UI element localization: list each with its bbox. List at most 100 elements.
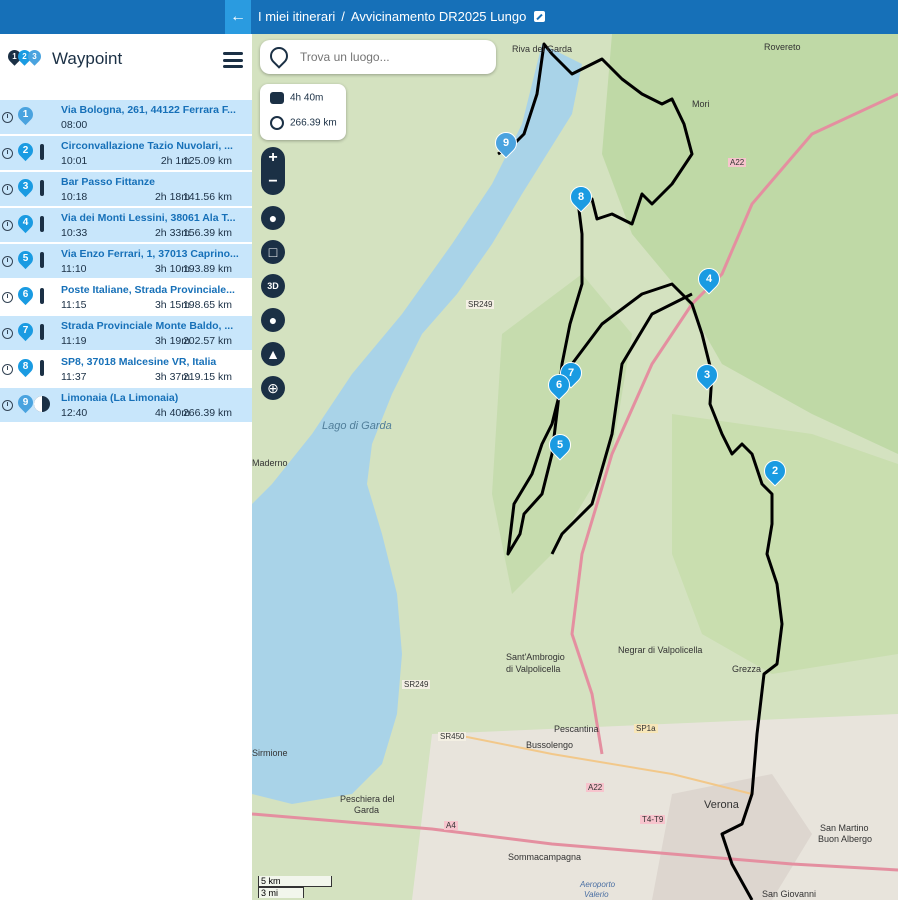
map-label: San Giovanni <box>762 889 817 899</box>
3d-button[interactable]: 3D <box>261 274 285 298</box>
zoom-control: + − <box>261 147 285 195</box>
waypoint-name: Limonaia (La Limonaia) <box>61 392 179 404</box>
start-hand-pin-icon: 1 <box>14 103 37 126</box>
elevation-profile-icon[interactable]: ▲ <box>261 342 285 366</box>
breadcrumb-current: Avvicinamento DR2025 Lungo <box>350 9 527 24</box>
clock-icon[interactable] <box>2 328 13 339</box>
half-circle-icon[interactable] <box>34 396 50 412</box>
road-badge: SP1a <box>634 724 658 733</box>
sidebar-title: Waypoint <box>52 49 123 68</box>
lock-icon[interactable]: □ <box>261 240 285 264</box>
waypoint-pin-icon: 5 <box>14 247 37 270</box>
street-view-icon[interactable]: ● <box>261 308 285 332</box>
waypoint-distance: 125.09 km <box>182 155 232 167</box>
map-label: Maderno <box>252 458 288 468</box>
waypoint-pin-icon: 3 <box>14 175 37 198</box>
map-view[interactable]: Riva del Garda Rovereto Mori A22 SR249 L… <box>252 34 898 900</box>
waypoint-type-icon[interactable] <box>40 324 44 340</box>
road-badge: SR249 <box>402 680 431 689</box>
waypoint-row[interactable]: 2 Circonvallazione Tazio Nuvolari, ... 1… <box>0 136 252 170</box>
clock-icon[interactable] <box>2 364 13 375</box>
road-badge: T4-T9 <box>640 815 666 824</box>
waypoint-row[interactable]: 7 Strada Provinciale Monte Baldo, ... 11… <box>0 316 252 350</box>
waypoint-row[interactable]: 5 Via Enzo Ferrari, 1, 37013 Caprino... … <box>0 244 252 278</box>
waypoint-distance: 219.15 km <box>182 371 232 383</box>
back-arrow-icon[interactable]: ← <box>225 0 251 34</box>
end-hand-pin-icon: 9 <box>14 391 37 414</box>
waypoint-name: Circonvallazione Tazio Nuvolari, ... <box>61 140 233 152</box>
waypoints-logo-icon: 1 2 3 <box>5 47 44 68</box>
map-label: Peschiera del <box>340 794 395 804</box>
add-waypoint-icon[interactable]: ● <box>261 206 285 230</box>
clock-icon[interactable] <box>2 292 13 303</box>
waypoint-sidebar: 1 2 3 Waypoint 1 Via Bologna, 261, 44122… <box>0 34 252 900</box>
clock-icon[interactable] <box>2 148 13 159</box>
waypoint-pin-icon: 6 <box>14 283 37 306</box>
clock-icon[interactable] <box>2 184 13 195</box>
clock-icon[interactable] <box>2 112 13 123</box>
airport-label: Valerio <box>584 890 609 899</box>
map-label: Verona <box>704 799 739 811</box>
waypoint-time: 11:37 <box>61 371 87 383</box>
waypoint-name: SP8, 37018 Malcesine VR, Italia <box>61 356 217 368</box>
waypoint-time: 10:33 <box>61 227 88 239</box>
clock-icon[interactable] <box>2 220 13 231</box>
waypoint-time: 08:00 <box>61 119 88 131</box>
waypoint-time: 11:19 <box>61 335 87 347</box>
menu-icon[interactable] <box>223 52 243 68</box>
locate-me-icon[interactable]: ⊕ <box>261 376 285 400</box>
map-label: Sant'Ambrogio <box>506 652 565 662</box>
waypoint-list: 1 Via Bologna, 261, 44122 Ferrara F... 0… <box>0 100 252 424</box>
edit-icon[interactable] <box>533 11 545 22</box>
breadcrumb-root[interactable]: I miei itinerari <box>258 9 335 24</box>
waypoint-type-icon[interactable] <box>40 360 44 376</box>
waypoint-row[interactable]: 1 Via Bologna, 261, 44122 Ferrara F... 0… <box>0 100 252 134</box>
map-label: Bussolengo <box>526 740 574 750</box>
map-label: Grezza <box>732 664 762 674</box>
waypoint-pin-icon: 7 <box>14 319 37 342</box>
road-badge: A22 <box>586 783 605 792</box>
waypoint-distance: 156.39 km <box>182 227 232 239</box>
waypoint-distance: 202.57 km <box>182 335 232 347</box>
breadcrumb: I miei itinerari / Avvicinamento DR2025 Lu… <box>258 9 545 24</box>
road-badge: A4 <box>444 821 458 830</box>
waypoint-name: Bar Passo Fittanze <box>61 176 155 188</box>
airport-label: Aeroporto <box>580 880 616 889</box>
zoom-in-button[interactable]: + <box>261 147 285 171</box>
sidebar-header: 1 2 3 Waypoint <box>0 34 252 86</box>
waypoint-type-icon[interactable] <box>40 144 44 160</box>
waypoint-time: 11:10 <box>61 263 87 275</box>
waypoint-row[interactable]: 3 Bar Passo Fittanze 10:18 2h 18m 141.56… <box>0 172 252 206</box>
search-input[interactable] <box>298 49 492 65</box>
waypoint-type-icon[interactable] <box>40 252 44 268</box>
waypoint-type-icon[interactable] <box>40 216 44 232</box>
waypoint-type-icon[interactable] <box>40 180 44 196</box>
motorcycle-icon <box>270 92 284 104</box>
scale-km: 5 km <box>258 876 332 887</box>
map-label: Rovereto <box>764 42 801 52</box>
top-bar: ← I miei itinerari / Avvicinamento DR2025 … <box>0 0 898 34</box>
waypoint-type-icon[interactable] <box>40 288 44 304</box>
clock-icon[interactable] <box>2 400 13 411</box>
road-badge: SR249 <box>466 300 495 309</box>
breadcrumb-separator: / <box>341 9 345 24</box>
waypoint-name: Via Bologna, 261, 44122 Ferrara F... <box>61 104 236 116</box>
waypoint-name: Via Enzo Ferrari, 1, 37013 Caprino... <box>61 248 239 260</box>
waypoint-row[interactable]: 4 Via dei Monti Lessini, 38061 Ala T... … <box>0 208 252 242</box>
clock-icon[interactable] <box>2 256 13 267</box>
road-badge: SR450 <box>438 732 467 741</box>
map-label: San Martino <box>820 823 869 833</box>
map-label: Sirmione <box>252 748 288 758</box>
waypoint-time: 10:01 <box>61 155 88 167</box>
waypoint-time: 12:40 <box>61 407 88 419</box>
map-scale: 5 km 3 mi <box>258 876 332 898</box>
waypoint-row[interactable]: 9 Limonaia (La Limonaia) 12:40 4h 40m 26… <box>0 388 252 422</box>
waypoint-name: Poste Italiane, Strada Provinciale... <box>61 284 235 296</box>
location-pin-icon <box>266 43 292 69</box>
place-search[interactable] <box>260 40 496 74</box>
waypoint-distance: 266.39 km <box>182 407 232 419</box>
zoom-out-button[interactable]: − <box>261 171 285 195</box>
map-label: di Valpolicella <box>506 664 561 674</box>
waypoint-row[interactable]: 8 SP8, 37018 Malcesine VR, Italia 11:37 … <box>0 352 252 386</box>
waypoint-row[interactable]: 6 Poste Italiane, Strada Provinciale... … <box>0 280 252 314</box>
